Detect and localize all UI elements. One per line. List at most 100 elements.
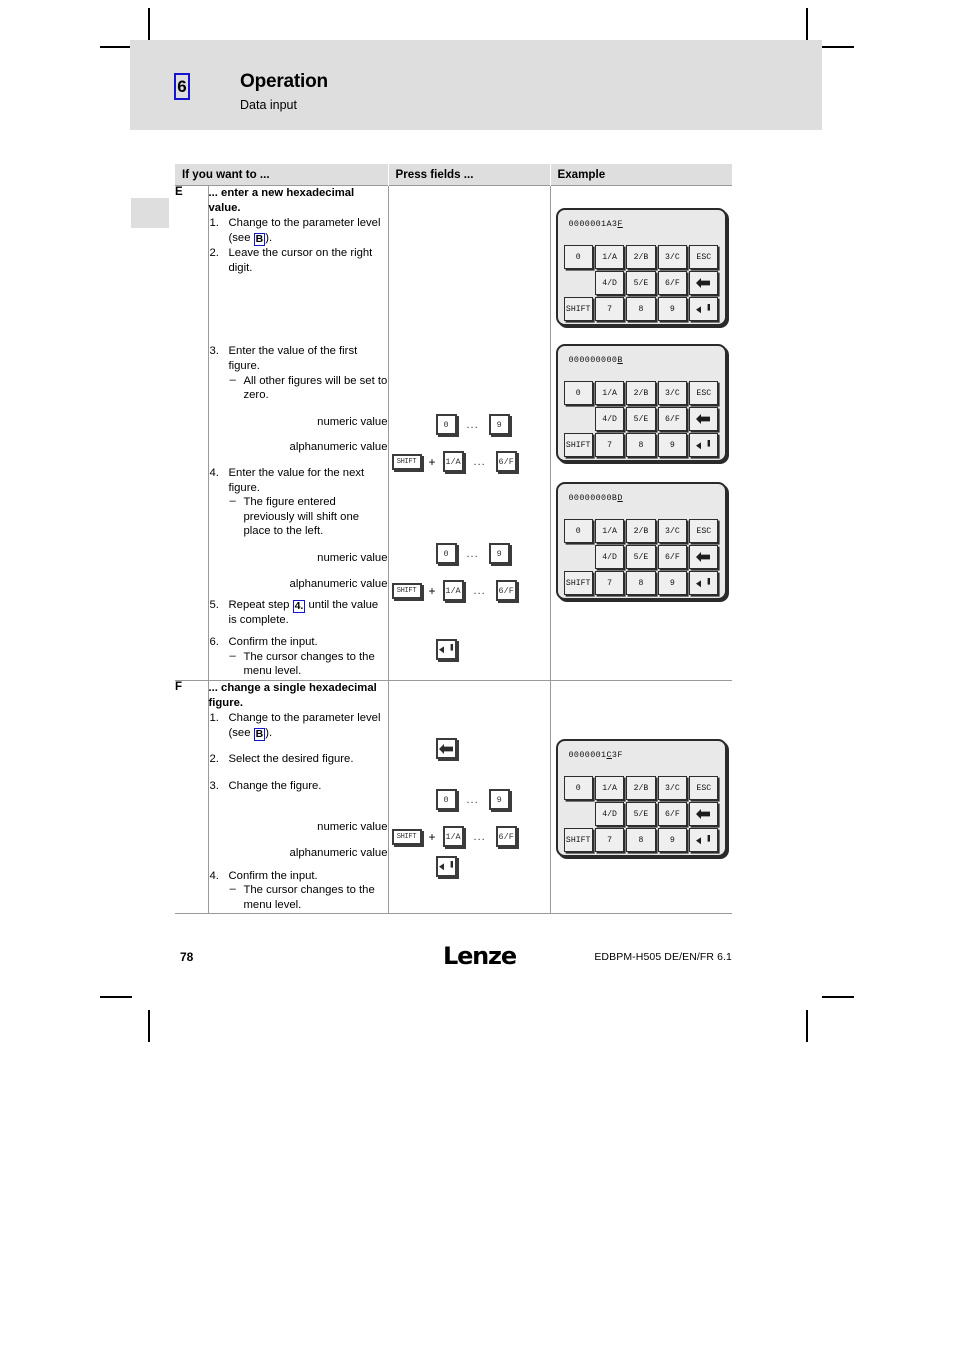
keypad-key-7[interactable]: 7 (594, 433, 625, 457)
keypad-key-2b[interactable]: 2/B (626, 245, 656, 269)
crop-mark-top-right (806, 8, 808, 40)
key-numeric-from[interactable]: 0 (435, 414, 457, 435)
keypad-key-4d[interactable]: 4/D (594, 407, 625, 431)
key-alpha-from[interactable]: 1/A (442, 580, 464, 601)
keypad-key-blank (563, 271, 593, 295)
enter-key-icon[interactable] (435, 856, 457, 878)
row-f-press-fields: 0 ... 9 SHIFT + 1/A ... 6/F (388, 680, 551, 915)
key-alpha-from[interactable]: 1/A (442, 826, 464, 848)
press-alpha-group-2: SHIFT + 1/A ... 6/F (391, 580, 517, 601)
keypad-key-1a[interactable]: 1/A (594, 776, 625, 801)
keypad-key-1a[interactable]: 1/A (594, 519, 625, 543)
key-numeric-from[interactable]: 0 (435, 543, 457, 564)
key-shift[interactable]: SHIFT (391, 828, 422, 845)
keypad-key-esc[interactable]: ESC (689, 519, 719, 543)
keypad-display-3: 00000000BD (564, 489, 719, 519)
row-e-step-5: 5. Repeat step 4. until the value is comp… (209, 598, 388, 627)
keypad-key-4d[interactable]: 4/D (594, 545, 625, 569)
enter-key-icon[interactable] (435, 639, 457, 660)
keypad-key-1a[interactable]: 1/A (594, 245, 625, 269)
page-title: Operation (240, 71, 328, 92)
keypad-key-8[interactable]: 8 (626, 433, 656, 457)
keypad-key-3c[interactable]: 3/C (657, 245, 688, 269)
keypad-key-3c[interactable]: 3/C (657, 381, 688, 405)
keypad-key-5e[interactable]: 5/E (626, 802, 656, 827)
key-alpha-to[interactable]: 6/F (495, 826, 517, 848)
keypad-key-0[interactable]: 0 (563, 381, 593, 405)
keypad-key-9[interactable]: 9 (657, 828, 688, 853)
keypad-key-5e[interactable]: 5/E (626, 407, 656, 431)
step-number: 4. (209, 466, 219, 479)
keypad-key-enter-icon[interactable] (689, 297, 719, 321)
keypad-key-3c[interactable]: 3/C (657, 776, 688, 801)
keypad-key-5e[interactable]: 5/E (626, 271, 656, 295)
keypad-key-left-arrow-icon[interactable] (689, 545, 719, 569)
keypad-key-8[interactable]: 8 (626, 571, 656, 595)
cross-reference-link[interactable]: B (253, 727, 266, 741)
keypad-key-2b[interactable]: 2/B (626, 519, 656, 543)
ellipsis: ... (473, 584, 486, 597)
press-left-arrow-group (435, 738, 457, 760)
keypad-key-2b[interactable]: 2/B (626, 776, 656, 801)
keypad-key-8[interactable]: 8 (626, 828, 656, 853)
keypad-key-esc[interactable]: ESC (689, 776, 719, 801)
keypad-key-9[interactable]: 9 (657, 433, 688, 457)
keypad-key-4d[interactable]: 4/D (594, 271, 625, 295)
keypad-key-left-arrow-icon[interactable] (689, 271, 719, 295)
key-numeric-to[interactable]: 9 (488, 543, 510, 564)
keypad-key-enter-icon[interactable] (689, 433, 719, 457)
keypad-key-8[interactable]: 8 (626, 297, 656, 321)
keypad-key-7[interactable]: 7 (594, 297, 625, 321)
keypad-key-6f[interactable]: 6/F (657, 802, 688, 827)
keypad-key-esc[interactable]: ESC (689, 245, 719, 269)
keypad-key-0[interactable]: 0 (563, 776, 593, 801)
keypad-key-0[interactable]: 0 (563, 519, 593, 543)
keypad-key-5e[interactable]: 5/E (626, 545, 656, 569)
keypad-key-1a[interactable]: 1/A (594, 381, 625, 405)
key-numeric-from[interactable]: 0 (435, 789, 457, 811)
keypad-key-6f[interactable]: 6/F (657, 271, 688, 295)
key-alpha-to[interactable]: 6/F (495, 451, 517, 472)
keypad-key-left-arrow-icon[interactable] (689, 407, 719, 431)
keypad-key-left-arrow-icon[interactable] (689, 802, 719, 827)
keypad-key-4d[interactable]: 4/D (594, 802, 625, 827)
keypad-key-6f[interactable]: 6/F (657, 545, 688, 569)
press-numeric-group-1: 0 ... 9 (435, 414, 510, 435)
step-text: Change the figure. (228, 779, 322, 792)
display-cursor-digit: B (617, 355, 623, 365)
keypad-key-3c[interactable]: 3/C (657, 519, 688, 543)
crop-mark-right-bottom (822, 996, 854, 998)
row-f-numeric-label: numeric value (317, 821, 388, 834)
step-number: 4. (209, 869, 219, 882)
key-alpha-from[interactable]: 1/A (442, 451, 464, 472)
row-e-press-fields: 0 ... 9 SHIFT + 1/A ... 6/F 0 ... 9 SHIF… (388, 184, 551, 682)
keypad-key-shift[interactable]: SHIFT (563, 571, 593, 595)
keypad-key-2b[interactable]: 2/B (626, 381, 656, 405)
keypad-key-0[interactable]: 0 (563, 245, 593, 269)
dash-marker: – (229, 883, 236, 896)
keypad-key-9[interactable]: 9 (657, 571, 688, 595)
step-number: 2. (209, 247, 219, 260)
keypad-key-7[interactable]: 7 (594, 571, 625, 595)
key-numeric-to[interactable]: 9 (488, 414, 510, 435)
keypad-key-enter-icon[interactable] (689, 571, 719, 595)
cross-reference-link-step4[interactable]: 4. (292, 600, 306, 614)
keypad-key-7[interactable]: 7 (594, 828, 625, 853)
key-alpha-to[interactable]: 6/F (495, 580, 517, 601)
keypad-key-shift[interactable]: SHIFT (563, 297, 593, 321)
left-arrow-key-icon[interactable] (435, 738, 457, 760)
ellipsis: ... (466, 793, 479, 806)
keypad-key-shift[interactable]: SHIFT (563, 828, 593, 853)
keypad-key-esc[interactable]: ESC (689, 381, 719, 405)
keypad-key-enter-icon[interactable] (689, 828, 719, 853)
cross-reference-link[interactable]: B (253, 232, 266, 246)
press-alpha-group-f: SHIFT + 1/A ... 6/F (391, 826, 517, 848)
keypad-key-shift[interactable]: SHIFT (563, 433, 593, 457)
key-shift[interactable]: SHIFT (391, 582, 422, 599)
key-shift[interactable]: SHIFT (391, 453, 422, 470)
plus-sign: + (428, 583, 436, 598)
step-text: Confirm the input. (228, 869, 318, 882)
key-numeric-to[interactable]: 9 (488, 789, 510, 811)
keypad-key-9[interactable]: 9 (657, 297, 688, 321)
keypad-key-6f[interactable]: 6/F (657, 407, 688, 431)
